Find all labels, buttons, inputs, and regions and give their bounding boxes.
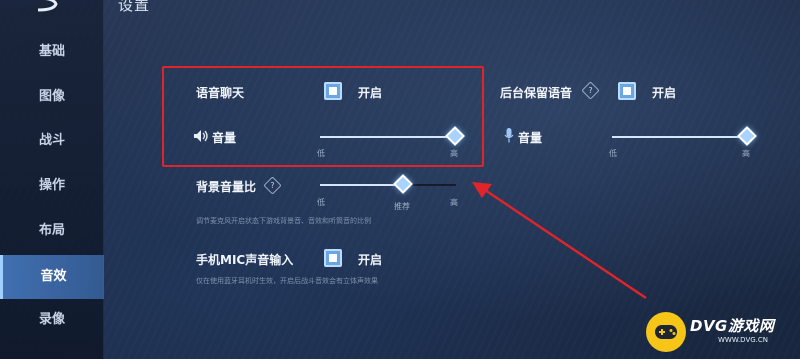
bg-ratio-label: 背景音量比 bbox=[196, 180, 257, 194]
sidebar-item-combat[interactable]: 战斗 bbox=[0, 121, 104, 161]
help-mark: ? bbox=[588, 86, 593, 95]
sidebar: 基础 图像 战斗 操作 布局 音效 录像 bbox=[0, 0, 104, 359]
mic-volume-max-label: 高 bbox=[742, 149, 750, 158]
mic-input-label: 手机MIC声音输入 bbox=[196, 253, 294, 267]
sidebar-item-layout[interactable]: 布局 bbox=[0, 211, 104, 251]
back-arrow-icon[interactable] bbox=[32, 0, 62, 14]
mic-volume-min-label: 低 bbox=[609, 149, 617, 158]
mic-input-hint: 仅在使用蓝牙耳机时生效，开启后战斗音效会有立体声效果 bbox=[196, 277, 378, 285]
microphone-icon bbox=[504, 128, 514, 143]
mic-input-toggle-label: 开启 bbox=[358, 253, 383, 267]
mic-input-checkbox[interactable] bbox=[324, 249, 342, 267]
sidebar-item-controls[interactable]: 操作 bbox=[0, 166, 104, 206]
highlight-box bbox=[162, 66, 484, 167]
mic-volume-label: 音量 bbox=[518, 131, 543, 145]
watermark-url: WWW.DVG.CN bbox=[718, 336, 769, 344]
sidebar-item-basic[interactable]: 基础 bbox=[0, 32, 104, 72]
help-icon[interactable]: ? bbox=[581, 81, 600, 100]
watermark-brand: DVG游戏网 bbox=[690, 317, 775, 335]
bg-ratio-knob[interactable] bbox=[393, 174, 413, 194]
bg-ratio-max-label: 高 bbox=[450, 198, 458, 207]
bg-ratio-recommend-label: 推荐 bbox=[394, 202, 410, 211]
watermark-logo: DVG游戏网 WWW.DVG.CN bbox=[646, 312, 796, 352]
bg-ratio-hint: 调节麦克风开启状态下游戏背景音、音效和听筒音的比例 bbox=[196, 217, 371, 225]
bg-ratio-min-label: 低 bbox=[317, 198, 325, 207]
mic-volume-knob[interactable] bbox=[737, 126, 757, 146]
background-keep-checkbox[interactable] bbox=[618, 82, 636, 100]
bg-ratio-slider[interactable] bbox=[320, 184, 456, 186]
page-title: 设置 bbox=[118, 0, 151, 14]
background-keep-label: 后台保留语音 bbox=[500, 86, 573, 100]
sidebar-item-replay[interactable]: 录像 bbox=[0, 300, 104, 340]
background-keep-toggle-label: 开启 bbox=[652, 86, 677, 100]
mic-volume-slider[interactable] bbox=[612, 136, 752, 138]
help-icon[interactable]: ? bbox=[263, 176, 282, 195]
sidebar-item-graphics[interactable]: 图像 bbox=[0, 77, 104, 117]
gamepad-icon bbox=[646, 312, 686, 352]
sidebar-item-sound[interactable]: 音效 bbox=[0, 255, 104, 299]
help-mark: ? bbox=[270, 181, 275, 190]
annotation-arrow bbox=[472, 182, 647, 299]
